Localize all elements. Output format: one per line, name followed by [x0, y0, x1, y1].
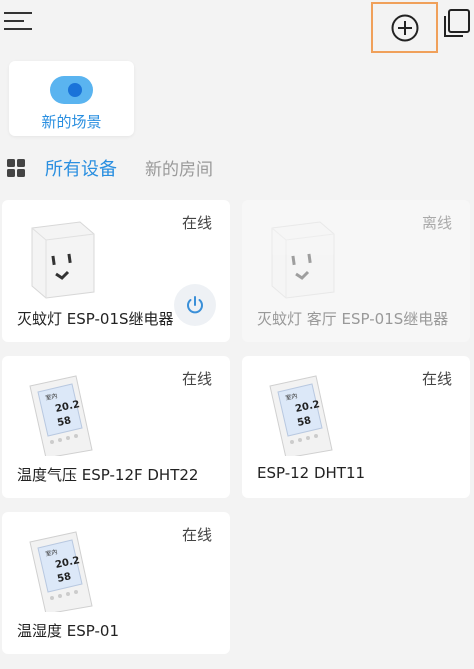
- thermostat-icon: 室内 20.2 58: [269, 375, 333, 456]
- scene-toggle[interactable]: [50, 76, 93, 104]
- device-name: 温湿度 ESP-01: [17, 622, 119, 640]
- tab-all-devices[interactable]: 所有设备: [45, 155, 117, 181]
- device-name: 灭蚊灯 客厅 ESP-01S继电器: [257, 310, 449, 328]
- scene-card[interactable]: 新的场景: [9, 61, 134, 136]
- add-circle-icon: [391, 14, 418, 41]
- smart-plug-icon: [31, 221, 95, 299]
- copy-button[interactable]: [440, 6, 472, 40]
- add-device-button[interactable]: [371, 2, 438, 53]
- grid-icon[interactable]: [7, 159, 26, 178]
- device-name: ESP-12 DHT11: [257, 464, 366, 482]
- device-name: 温度气压 ESP-12F DHT22: [17, 466, 199, 484]
- thermostat-icon: 室内 20.2 58: [29, 375, 93, 456]
- status-label: 在线: [181, 526, 212, 544]
- top-bar: [0, 0, 474, 53]
- copy-icon: [444, 9, 470, 37]
- menu-button[interactable]: [4, 10, 34, 34]
- hamburger-menu-icon: [4, 12, 32, 30]
- toggle-knob: [68, 83, 82, 97]
- power-button[interactable]: [174, 284, 216, 326]
- tab-new-room[interactable]: 新的房间: [145, 155, 213, 180]
- device-card[interactable]: 室内 20.2 58 在线 ESP-12 DHT11: [242, 356, 470, 498]
- room-tabs: 所有设备 新的房间: [0, 150, 474, 186]
- power-icon: [187, 296, 203, 314]
- status-label: 在线: [421, 370, 452, 388]
- smart-plug-icon: [271, 221, 335, 299]
- device-card[interactable]: 在线 灭蚊灯 ESP-01S继电器: [2, 200, 230, 342]
- scene-label: 新的场景: [41, 113, 102, 131]
- status-label: 离线: [421, 214, 452, 232]
- thermostat-icon: 室内 20.2 58: [29, 531, 93, 612]
- device-card[interactable]: 室内 20.2 58 在线 温度气压 ESP-12F DHT22: [2, 356, 230, 498]
- device-card[interactable]: 室内 20.2 58 在线 温湿度 ESP-01: [2, 512, 230, 654]
- status-label: 在线: [181, 214, 212, 232]
- device-card[interactable]: 离线 灭蚊灯 客厅 ESP-01S继电器: [242, 200, 470, 342]
- status-label: 在线: [181, 370, 212, 388]
